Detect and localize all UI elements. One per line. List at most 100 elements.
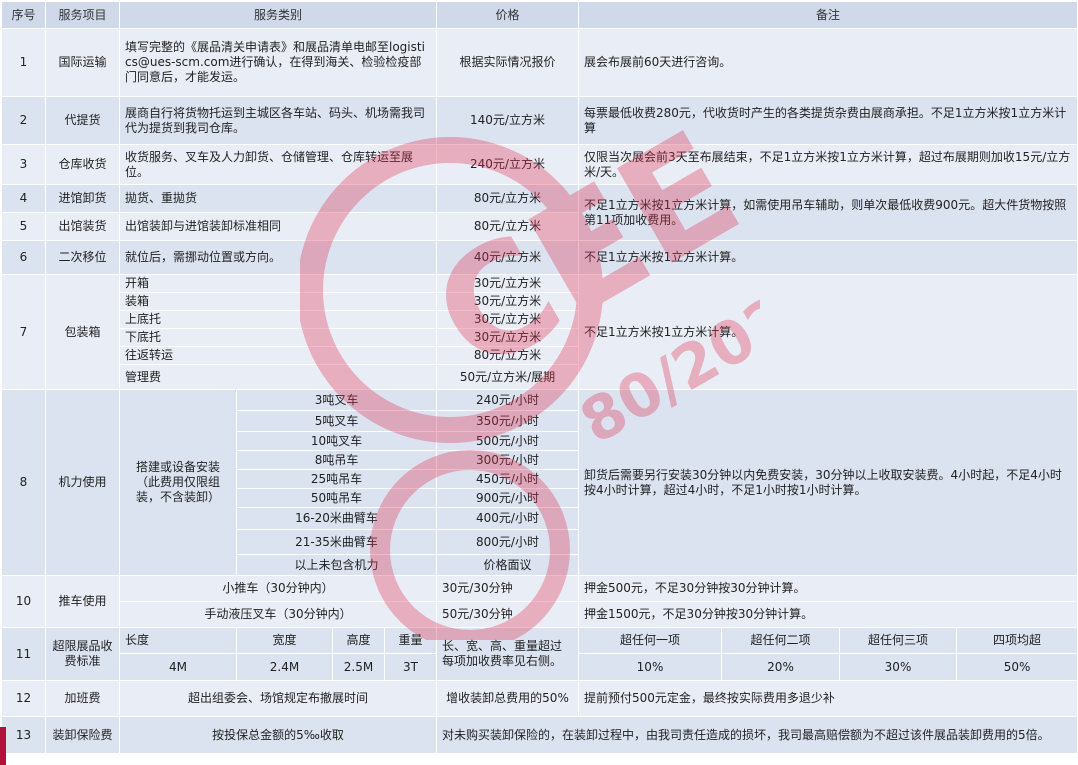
row-item: 进馆卸货: [45, 184, 120, 213]
row-no: 4: [1, 184, 46, 213]
row-no: 7: [1, 274, 46, 390]
dim-label-weight: 重量: [383, 627, 438, 654]
row-price: 80元/立方米: [436, 212, 580, 241]
dim-label-height: 高度: [332, 627, 385, 654]
table-row: 手动液压叉车（30分钟内） 50元/30分钟 押金1500元，不足30分钟按30…: [2, 601, 1078, 628]
header-no: 序号: [1, 1, 46, 29]
row-item: 包装箱: [45, 274, 120, 390]
row-no: 2: [1, 96, 46, 145]
row-note: 不足1立方米按1立方米计算，如需使用吊车辅助，则单次最低收费900元。超大件货物…: [578, 184, 1078, 241]
dim-label-width: 宽度: [236, 627, 333, 654]
row-note: 不足1立方米按1立方米计算。: [578, 274, 1078, 390]
tier-rate: 20%: [721, 653, 841, 681]
row-no: 5: [1, 212, 46, 241]
tier-rate: 30%: [839, 653, 958, 681]
row-category: 填写完整的《展品清关申请表》和展品清单电邮至logistics@ues-scm.…: [118, 28, 438, 97]
sub-category: 装箱: [118, 292, 438, 311]
machine-price: 300元/小时: [436, 450, 580, 470]
table-row: 1 国际运输 填写完整的《展品清关申请表》和展品清单电邮至logistics@u…: [1, 28, 1078, 97]
row-category: 收货服务、叉车及人力卸货、仓储管理、仓库转运至展位。: [118, 144, 438, 185]
machine-type: 25吨吊车: [235, 469, 438, 489]
sub-category: 手动液压叉车（30分钟内）: [118, 601, 438, 628]
machine-type: 以上未包含机力: [235, 554, 438, 576]
row-item: 出馆装货: [45, 212, 120, 241]
row-price: 增收装卸总费用的50%: [436, 680, 580, 717]
row-category: 按投保总金额的5‰收取: [118, 716, 438, 754]
row-no: 3: [1, 144, 46, 185]
row-category: 出馆装卸与进馆装卸标准相同: [118, 212, 438, 241]
table-row: 8 机力使用 搭建或设备安装（此费用仅限组装，不含装卸） 3吨叉车 240元/小…: [1, 389, 1078, 576]
sub-category: 管理费: [118, 364, 438, 390]
machine-price: 500元/小时: [436, 431, 580, 451]
row-price: 140元/立方米: [436, 96, 580, 145]
row-price: 240元/立方米: [436, 144, 580, 185]
row-category: 超出组委会、场馆规定布撤展时间: [118, 680, 438, 717]
row-item: 代提货: [45, 96, 120, 145]
table-row: 13 装卸保险费 按投保总金额的5‰收取 对未购买装卸保险的，在装卸过程中，由我…: [1, 716, 1078, 754]
row-item: 超限展品收费标准: [45, 627, 120, 681]
sub-category: 上底托: [118, 310, 438, 329]
row-item: 装卸保险费: [45, 716, 120, 754]
row-note: 展会布展前60天进行咨询。: [578, 28, 1078, 97]
row-price: 长、宽、高、重量超过每项加收费率见右侧。: [436, 627, 580, 681]
table-row: 7 包装箱 开箱 30元/立方米 不足1立方米按1立方米计算。: [1, 274, 1078, 390]
row-note: 仅限当次展会前3天至布展结束，不足1立方米按1立方米计算，超过布展期则加收15元…: [578, 144, 1078, 185]
sub-price: 30元/立方米: [436, 292, 580, 311]
row-note: 卸货后需要另行安装30分钟以内免费安装，30分钟以上收取安装费。4小时起，不足4…: [578, 389, 1078, 576]
dim-value-length: 4M: [119, 653, 237, 681]
sub-price: 50元/30分钟: [436, 601, 580, 628]
row-no: 1: [1, 28, 46, 97]
tier-rate: 50%: [956, 653, 1078, 681]
row-price: 80元/立方米: [436, 184, 580, 213]
row-no: 8: [1, 389, 46, 576]
row-item: 推车使用: [45, 575, 120, 628]
machine-type: 50吨吊车: [235, 488, 438, 508]
machine-type: 16-20米曲臂车: [235, 507, 438, 530]
tier-label: 超任何二项: [721, 627, 841, 654]
sub-price: 30元/立方米: [436, 328, 580, 347]
sub-category: 小推车（30分钟内）: [118, 575, 438, 602]
tier-label: 超任何三项: [839, 627, 958, 654]
row-item: 仓库收货: [45, 144, 120, 185]
header-price: 价格: [436, 1, 580, 29]
row-no: 12: [1, 680, 46, 717]
table-row: 10 推车使用 小推车（30分钟内） 30元/30分钟 押金500元，不足30分…: [1, 575, 1078, 628]
dim-value-width: 2.4M: [236, 653, 333, 681]
sub-price: 30元/立方米: [436, 310, 580, 329]
row-item: 加班费: [45, 680, 120, 717]
row-no: 13: [1, 716, 46, 754]
sub-price: 80元/立方米: [436, 346, 580, 365]
machine-price: 800元/小时: [436, 529, 580, 555]
dim-value-weight: 3T: [383, 653, 438, 681]
machine-type: 10吨叉车: [235, 431, 438, 451]
page: 序号 服务项目 服务类别 价格 备注 1 国际运输 填写完整的《展品清关申请表》…: [0, 0, 1078, 765]
table-row: 2 代提货 展商自行将货物托运到主城区各车站、码头、机场需我司代为提货到我司仓库…: [1, 96, 1078, 145]
service-fee-table: 序号 服务项目 服务类别 价格 备注 1 国际运输 填写完整的《展品清关申请表》…: [1, 1, 1078, 754]
dim-value-height: 2.5M: [332, 653, 385, 681]
machine-price: 350元/小时: [436, 410, 580, 432]
table-row: 6 二次移位 就位后，需挪动位置或方向。 40元/立方米 不足1立方米按1立方米…: [1, 240, 1078, 275]
row-no: 10: [1, 575, 46, 628]
dim-label-length: 长度: [119, 627, 237, 654]
tier-rate: 10%: [578, 653, 723, 681]
machine-type: 5吨叉车: [235, 410, 438, 432]
sub-price: 30元/立方米: [436, 274, 580, 293]
sub-price: 30元/30分钟: [436, 575, 580, 602]
row-item: 国际运输: [45, 28, 120, 97]
row-note: 每票最低收费280元，代收货时产生的各类提货杂费由展商承担。不足1立方米按1立方…: [578, 96, 1078, 145]
row-category: 搭建或设备安装（此费用仅限组装，不含装卸）: [119, 389, 237, 576]
table-row: 4 进馆卸货 拋货、重拋货 80元/立方米 不足1立方米按1立方米计算，如需使用…: [1, 184, 1078, 241]
row-item: 二次移位: [45, 240, 120, 275]
table-row: 11 超限展品收费标准 长度 宽度 高度 重量 长、宽、高、重量超过每项加收费率…: [1, 627, 1078, 681]
row-price: 根据实际情况报价: [436, 28, 580, 97]
table-row: 12 加班费 超出组委会、场馆规定布撤展时间 增收装卸总费用的50% 提前预付5…: [1, 680, 1078, 717]
row-category: 就位后，需挪动位置或方向。: [118, 240, 438, 275]
machine-price: 450元/小时: [436, 469, 580, 489]
row-category: 拋货、重拋货: [118, 184, 438, 213]
machine-price: 价格面议: [436, 554, 580, 576]
row-no: 6: [1, 240, 46, 275]
machine-type: 8吨吊车: [235, 450, 438, 470]
machine-price: 240元/小时: [436, 389, 580, 411]
machine-type: 21-35米曲臂车: [235, 529, 438, 555]
header-category: 服务类别: [118, 1, 438, 29]
